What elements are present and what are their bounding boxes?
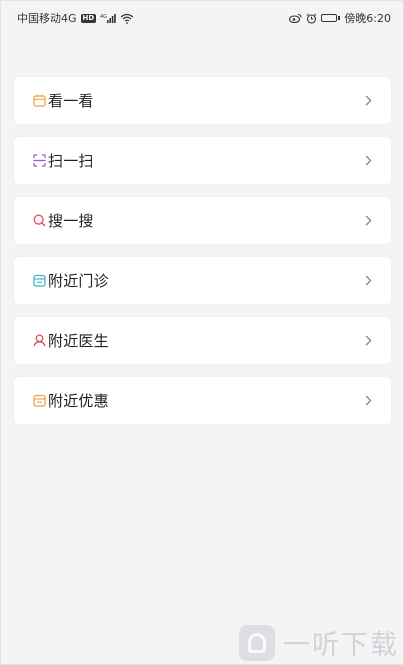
chevron-right-icon [363,394,373,408]
weibo-icon [289,13,302,23]
menu-item-label: 附近医生 [48,332,109,350]
menu-item-sou-yi-sou[interactable]: 搜一搜 [14,197,391,244]
calendar-icon [32,93,47,108]
status-right: 傍晚6:20 [289,10,391,26]
chevron-right-icon [363,274,373,288]
menu-item-nearby-discount[interactable]: 附近优惠 [14,377,391,424]
ear-logo-icon [239,624,275,661]
carrier-label: 中国移动4G [17,12,77,25]
chevron-right-icon [363,334,373,348]
menu-item-label: 看一看 [48,92,94,110]
menu-item-label: 附近门诊 [48,272,109,290]
scan-icon [32,153,47,168]
menu-item-nearby-clinic[interactable]: 附近门诊 [14,257,391,304]
svg-text:4G: 4G [100,14,107,20]
wifi-icon [120,13,134,24]
alarm-icon [306,13,317,24]
phone-screen: 中国移动4G HD 4G 傍晚6:20 看一看 扫一扫 搜一搜 附近门诊 附近医… [0,0,404,665]
menu-item-nearby-doctor[interactable]: 附近医生 [14,317,391,364]
menu-item-label: 附近优惠 [48,392,109,410]
search-icon [32,213,47,228]
watermark-text: 一听下载 [283,630,399,661]
doctor-icon [32,333,47,348]
signal-icon: 4G [100,13,117,23]
clinic-icon [32,273,47,288]
chevron-right-icon [363,214,373,228]
chevron-right-icon [363,154,373,168]
status-left: 中国移动4G HD 4G [17,10,134,26]
menu-item-sao-yi-sao[interactable]: 扫一扫 [14,137,391,184]
menu-item-label: 扫一扫 [48,152,94,170]
menu-item-kan-yi-kan[interactable]: 看一看 [14,77,391,124]
status-bar: 中国移动4G HD 4G 傍晚6:20 [1,1,404,35]
hd-badge-icon: HD [80,13,97,23]
watermark: 一听下载 [239,623,399,662]
menu-list: 看一看 扫一扫 搜一搜 附近门诊 附近医生 附近优惠 [14,77,391,437]
coupon-icon [32,393,47,408]
battery-icon [321,14,341,22]
clock-label: 傍晚6:20 [344,12,391,25]
chevron-right-icon [363,94,373,108]
menu-item-label: 搜一搜 [48,212,94,230]
